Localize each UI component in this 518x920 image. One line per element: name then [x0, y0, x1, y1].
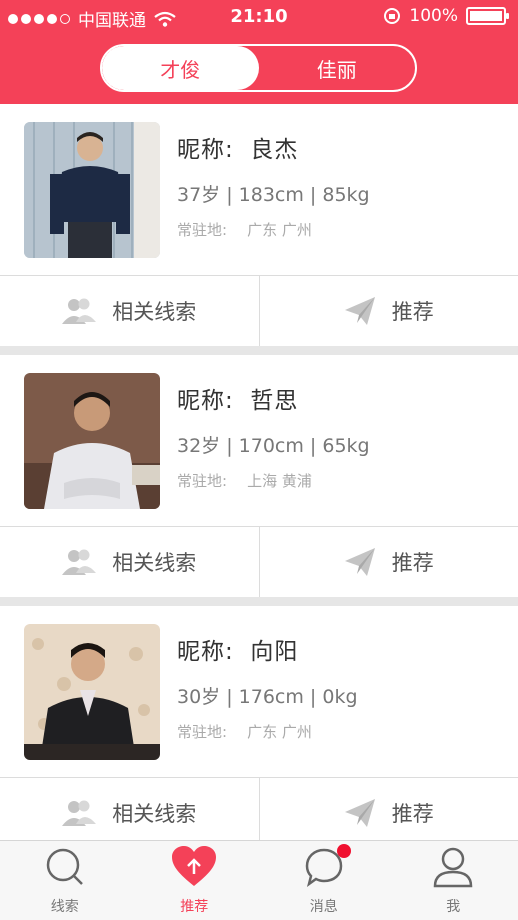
card-actions: 相关线索 推荐: [0, 527, 518, 597]
profile-card-body[interactable]: 昵称: 向阳 30岁 | 176cm | 0kg 常驻地: 广东 广州: [0, 606, 518, 778]
person-icon: [433, 847, 473, 888]
recommend-button[interactable]: 推荐: [258, 527, 518, 597]
nickname-line: 昵称: 向阳: [177, 639, 299, 665]
paper-plane-icon: [344, 548, 375, 576]
tab-clues[interactable]: 线索: [0, 841, 130, 920]
paper-plane-icon: [344, 799, 375, 827]
related-clues-button[interactable]: 相关线索: [0, 276, 259, 346]
profile-stats: 37岁 | 183cm | 85kg: [177, 184, 370, 206]
profile-info: 昵称: 向阳 30岁 | 176cm | 0kg 常驻地: 广东 广州: [177, 632, 358, 742]
location: 广东 广州: [247, 723, 312, 741]
app-header: 中国联通 21:10 100% 才俊 佳丽: [0, 0, 518, 104]
segment-talent[interactable]: 才俊: [102, 46, 259, 90]
bottom-tab-bar: 线索 推荐 消息 我: [0, 840, 518, 920]
profile-info: 昵称: 良杰 37岁 | 183cm | 85kg 常驻地: 广东 广州: [177, 130, 370, 240]
nickname: 哲思: [250, 388, 299, 414]
tab-me[interactable]: 我: [389, 841, 518, 920]
tab-messages[interactable]: 消息: [259, 841, 389, 920]
location-line: 常驻地: 上海 黄浦: [177, 472, 312, 490]
profile-list[interactable]: 昵称: 良杰 37岁 | 183cm | 85kg 常驻地: 广东 广州 相关线索…: [0, 104, 518, 840]
card-actions: 相关线索 推荐: [0, 276, 518, 346]
battery-icon: [466, 7, 509, 25]
nickname-line: 昵称: 良杰: [177, 137, 299, 163]
nickname: 良杰: [250, 137, 299, 163]
profile-card: 昵称: 哲思 32岁 | 170cm | 65kg 常驻地: 上海 黄浦 相关线索…: [0, 355, 518, 597]
related-clues-button[interactable]: 相关线索: [0, 778, 259, 840]
battery-percent: 100%: [409, 6, 458, 26]
people-icon: [62, 800, 97, 826]
location-line: 常驻地: 广东 广州: [177, 221, 312, 239]
notification-badge: [336, 844, 351, 858]
profile-photo[interactable]: [24, 122, 160, 258]
location: 上海 黄浦: [247, 472, 312, 490]
location: 广东 广州: [247, 221, 312, 239]
paper-plane-icon: [344, 297, 375, 325]
people-icon: [62, 549, 97, 575]
gender-segmented-control: 才俊 佳丽: [100, 44, 417, 92]
profile-photo[interactable]: [24, 373, 160, 509]
status-bar: 中国联通 21:10 100%: [0, 0, 518, 34]
profile-stats: 30岁 | 176cm | 0kg: [177, 686, 358, 708]
people-icon: [62, 298, 97, 324]
orientation-lock-icon: [384, 8, 401, 24]
segment-beauty[interactable]: 佳丽: [259, 46, 416, 90]
recommend-button[interactable]: 推荐: [258, 778, 518, 840]
profile-card: 昵称: 良杰 37岁 | 183cm | 85kg 常驻地: 广东 广州 相关线索…: [0, 104, 518, 346]
heart-icon: [172, 846, 217, 886]
related-clues-button[interactable]: 相关线索: [0, 527, 259, 597]
profile-info: 昵称: 哲思 32岁 | 170cm | 65kg 常驻地: 上海 黄浦: [177, 381, 370, 491]
location-line: 常驻地: 广东 广州: [177, 723, 312, 741]
recommend-button[interactable]: 推荐: [258, 276, 518, 346]
profile-card-body[interactable]: 昵称: 哲思 32岁 | 170cm | 65kg 常驻地: 上海 黄浦: [0, 355, 518, 527]
nickname: 向阳: [250, 639, 299, 665]
profile-card-body[interactable]: 昵称: 良杰 37岁 | 183cm | 85kg 常驻地: 广东 广州: [0, 104, 518, 276]
card-actions: 相关线索 推荐: [0, 778, 518, 840]
tab-recommend[interactable]: 推荐: [130, 841, 260, 920]
profile-stats: 32岁 | 170cm | 65kg: [177, 435, 370, 457]
search-icon: [46, 848, 83, 885]
profile-photo[interactable]: [24, 624, 160, 760]
nickname-line: 昵称: 哲思: [177, 388, 299, 414]
profile-card: 昵称: 向阳 30岁 | 176cm | 0kg 常驻地: 广东 广州 相关线索 …: [0, 606, 518, 840]
